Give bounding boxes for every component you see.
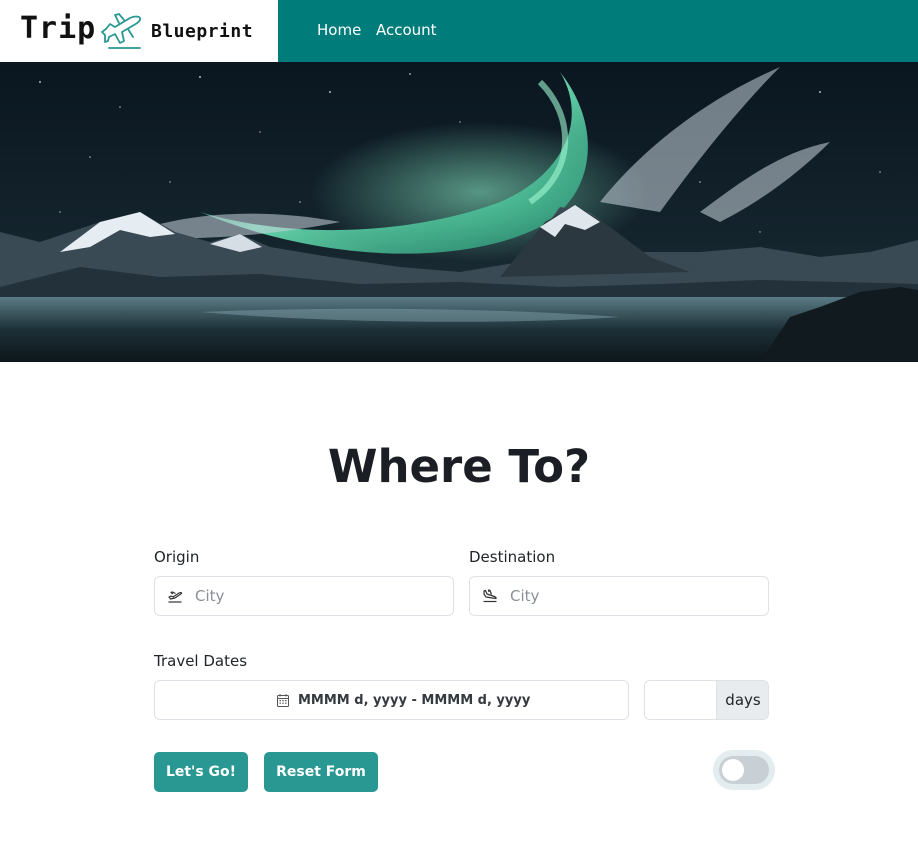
airplane-departure-icon xyxy=(168,591,183,603)
airplane-arrival-icon xyxy=(483,589,497,603)
date-range-picker[interactable]: MMMM d, yyyy - MMMM d, yyyy xyxy=(154,680,629,720)
date-range-value: MMMM d, yyyy - MMMM d, yyyy xyxy=(298,693,531,708)
brand-name-blueprint: Blueprint xyxy=(151,21,254,42)
destination-label: Destination xyxy=(469,548,556,566)
brand-name-trip: Trip xyxy=(20,11,97,46)
origin-label: Origin xyxy=(154,548,200,566)
destination-field-group xyxy=(469,576,769,616)
nav-link-home[interactable]: Home xyxy=(317,21,361,39)
days-field-group: days xyxy=(644,680,769,720)
calendar-icon xyxy=(277,694,289,707)
destination-city-input[interactable] xyxy=(510,577,760,615)
nav-link-account[interactable]: Account xyxy=(376,21,437,39)
travel-dates-label: Travel Dates xyxy=(154,652,248,670)
aurora-landscape-illustration xyxy=(0,62,918,362)
reset-form-button[interactable]: Reset Form xyxy=(264,752,378,792)
lets-go-button[interactable]: Let's Go! xyxy=(154,752,248,792)
airplane-icon xyxy=(101,13,142,49)
page-title: Where To? xyxy=(327,440,591,493)
top-navbar: Trip Blueprint Home Account xyxy=(0,0,918,62)
brand-logo[interactable]: Trip Blueprint xyxy=(0,0,278,62)
toggle-knob xyxy=(722,759,744,781)
origin-field-group xyxy=(154,576,454,616)
days-addon-label: days xyxy=(716,681,768,719)
hero-banner-image xyxy=(0,62,918,362)
days-input[interactable] xyxy=(645,681,716,719)
toggle-switch[interactable] xyxy=(719,756,769,784)
origin-city-input[interactable] xyxy=(195,577,445,615)
